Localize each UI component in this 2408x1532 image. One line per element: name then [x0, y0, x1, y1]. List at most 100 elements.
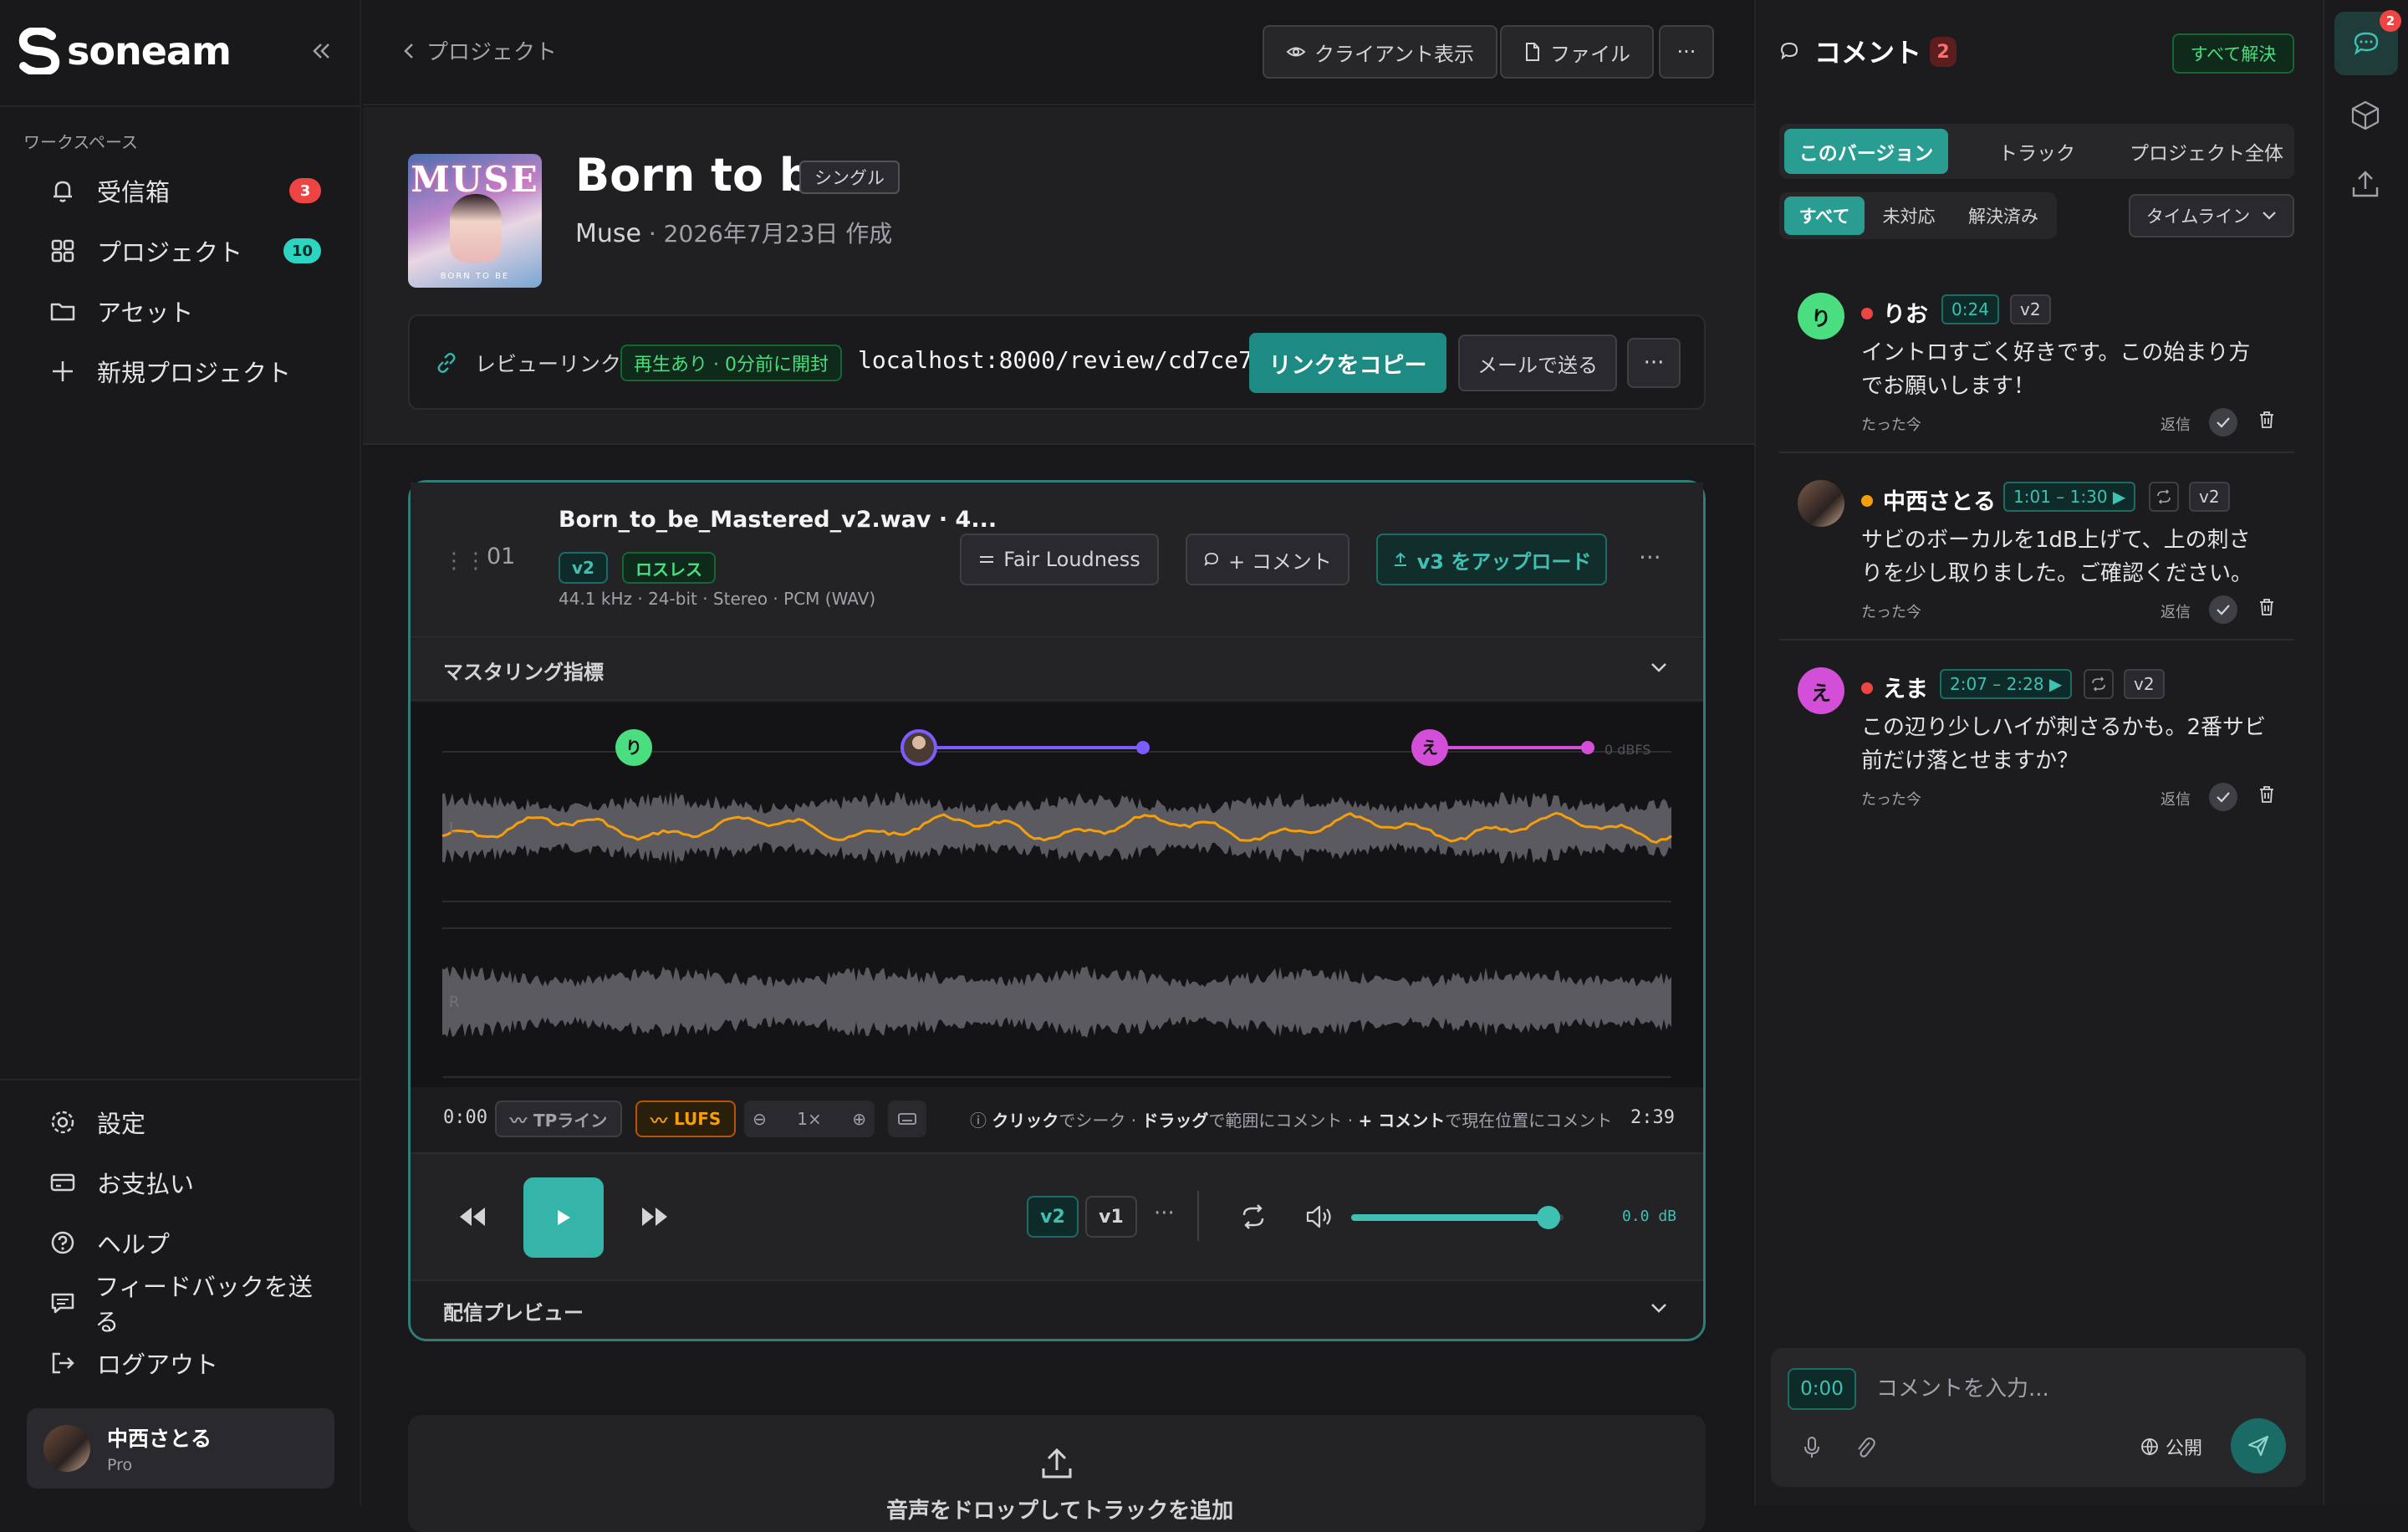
comment-input[interactable]: [1875, 1370, 2276, 1408]
trash-icon[interactable]: [2258, 597, 2276, 620]
comment-timestamp-button[interactable]: 0:24: [1941, 294, 1999, 324]
artist-name[interactable]: Muse: [575, 219, 641, 248]
package-icon[interactable]: [2349, 99, 2381, 132]
brand-logo[interactable]: soneam: [18, 25, 232, 77]
marker-initial: え: [1421, 738, 1438, 758]
reply-button[interactable]: 返信: [2161, 600, 2191, 622]
cover-subtitle: BORN TO BE: [440, 272, 510, 281]
loop-region-icon[interactable]: [2084, 669, 2114, 699]
comment-marker-ema[interactable]: え: [1411, 729, 1594, 766]
filter-all[interactable]: すべて: [1784, 197, 1865, 235]
export-icon[interactable]: [2349, 167, 2381, 201]
review-label-text: レビューリンク: [475, 352, 622, 376]
trash-icon[interactable]: [2258, 410, 2276, 433]
waveform-canvas[interactable]: L R 0 dBFS り え: [411, 702, 1703, 1087]
loop-region-icon[interactable]: [2149, 482, 2179, 512]
tab-track[interactable]: トラック: [1956, 129, 2117, 174]
comment-item[interactable]: り りお 0:24 v2 イントロすごく好きです。この始まり方でお願いします！ …: [1779, 266, 2294, 453]
loop-icon[interactable]: [1239, 1203, 1268, 1231]
sort-select[interactable]: タイムライン: [2129, 194, 2294, 237]
mastering-metrics-label: マスタリング指標: [443, 661, 604, 684]
comment-item[interactable]: え えま 2:07 – 2:28 ▶ v2 この辺り少しハイが刺さるかも。2番サ…: [1779, 641, 2294, 828]
attachment-icon[interactable]: [1854, 1435, 1876, 1460]
resolve-all-button[interactable]: すべて解決: [2172, 33, 2294, 74]
visibility-toggle[interactable]: 公開: [2140, 1433, 2202, 1460]
sidebar-item-logout[interactable]: ログアウト: [20, 1338, 321, 1388]
comment-count-badge: 2: [1930, 37, 1956, 67]
review-more-button[interactable]: ···: [1627, 338, 1681, 388]
chevron-down-icon[interactable]: [1649, 1301, 1669, 1315]
resolve-check-icon[interactable]: [2209, 783, 2237, 811]
copy-link-button[interactable]: リンクをコピー: [1249, 333, 1446, 393]
sidebar-item-label: 新規プロジェクト: [97, 359, 292, 387]
drag-handle-icon[interactable]: ⋮⋮: [443, 549, 487, 574]
add-comment-label: + コメント: [1228, 549, 1332, 574]
cover-figure: [450, 194, 502, 263]
volume-icon[interactable]: [1304, 1203, 1334, 1231]
trash-icon[interactable]: [2258, 784, 2276, 808]
keyboard-icon: [897, 1111, 917, 1126]
chevron-down-icon[interactable]: [1649, 661, 1669, 674]
soneam-logo-icon: [18, 28, 60, 74]
breadcrumb[interactable]: プロジェクト: [403, 35, 557, 66]
sidebar-item-settings[interactable]: 設定: [20, 1097, 321, 1147]
comment-timestamp-button[interactable]: 1:01 – 1:30 ▶: [2003, 482, 2136, 512]
comment-author: えま: [1883, 677, 1928, 702]
sidebar-item-billing[interactable]: お支払い: [20, 1157, 321, 1208]
fair-loudness-button[interactable]: Fair Loudness: [960, 534, 1159, 585]
collapse-sidebar-icon[interactable]: [306, 37, 334, 65]
add-comment-button[interactable]: + コメント: [1186, 534, 1349, 585]
comment-marker-nakanishi[interactable]: [900, 729, 1150, 766]
waveform-area[interactable]: L R 0 dBFS り え: [411, 702, 1703, 1154]
comment-text: イントロすごく好きです。この始まり方でお願いします！: [1861, 340, 2251, 399]
compose-timestamp[interactable]: 0:00: [1788, 1368, 1856, 1410]
comment-version-badge: v2: [2189, 482, 2230, 512]
filter-resolved[interactable]: 解決済み: [1955, 197, 2052, 235]
lufs-toggle[interactable]: 〰 LUFS: [635, 1100, 737, 1137]
tab-this-version[interactable]: このバージョン: [1784, 129, 1948, 174]
comment-timestamp-button[interactable]: 2:07 – 2:28 ▶: [1940, 669, 2073, 699]
cover-art[interactable]: MUSE BORN TO BE: [408, 154, 542, 288]
volume-slider[interactable]: [1351, 1214, 1564, 1221]
sidebar-item-projects[interactable]: プロジェクト 10: [20, 226, 321, 276]
track-more-button[interactable]: ···: [1639, 544, 1661, 571]
files-button[interactable]: ファイル: [1500, 25, 1654, 79]
client-view-button[interactable]: クライアント表示: [1263, 25, 1498, 79]
upload-v3-button[interactable]: v3 をアップロード: [1376, 534, 1607, 585]
version-v2-button[interactable]: v2: [1027, 1196, 1079, 1238]
reply-button[interactable]: 返信: [2161, 788, 2191, 809]
microphone-icon[interactable]: [1803, 1435, 1821, 1460]
keyboard-shortcuts-button[interactable]: [888, 1100, 926, 1137]
sidebar-item-inbox[interactable]: 受信箱 3: [20, 166, 321, 216]
play-button[interactable]: [523, 1177, 604, 1258]
fast-forward-icon[interactable]: [639, 1204, 671, 1229]
zoom-out-icon[interactable]: ⊖: [752, 1109, 767, 1129]
rewind-icon[interactable]: [457, 1204, 488, 1229]
mastering-metrics-row[interactable]: [411, 639, 1703, 701]
topbar-more-button[interactable]: ···: [1659, 25, 1714, 79]
send-comment-button[interactable]: [2231, 1418, 2286, 1473]
send-email-button[interactable]: メールで送る: [1458, 334, 1617, 391]
version-more-button[interactable]: ···: [1154, 1201, 1175, 1226]
distribution-preview-row[interactable]: [411, 1283, 1703, 1338]
sidebar-item-help[interactable]: ヘルプ: [20, 1218, 321, 1268]
chevron-down-icon: [2262, 211, 2277, 221]
tp-line-toggle[interactable]: 〰 TPライン: [495, 1100, 623, 1137]
version-v1-button[interactable]: v1: [1085, 1196, 1137, 1238]
comment-marker-rio[interactable]: り: [615, 729, 652, 766]
lufs-label: LUFS: [674, 1109, 722, 1129]
resolve-check-icon[interactable]: [2209, 408, 2237, 437]
sidebar-item-feedback[interactable]: フィードバックを送る: [20, 1273, 321, 1336]
reply-button[interactable]: 返信: [2161, 413, 2191, 435]
tab-whole-project[interactable]: プロジェクト全体: [2124, 129, 2289, 174]
zoom-in-icon[interactable]: ⊕: [852, 1109, 866, 1129]
filter-open[interactable]: 未対応: [1870, 197, 1948, 235]
review-url[interactable]: localhost:8000/review/cd7ce7…: [858, 346, 1267, 374]
resolve-check-icon[interactable]: [2209, 595, 2237, 624]
send-icon: [2246, 1433, 2271, 1458]
sidebar-item-new-project[interactable]: 新規プロジェクト: [20, 346, 321, 396]
comment-item[interactable]: 中西さとる 1:01 – 1:30 ▶ v2 サビのボーカルを1dB上げて、上の…: [1779, 453, 2294, 641]
comment-time-ago: たった今: [1861, 604, 1921, 621]
user-card[interactable]: 中西さとる Pro: [27, 1408, 334, 1489]
sidebar-item-assets[interactable]: アセット: [20, 286, 321, 336]
